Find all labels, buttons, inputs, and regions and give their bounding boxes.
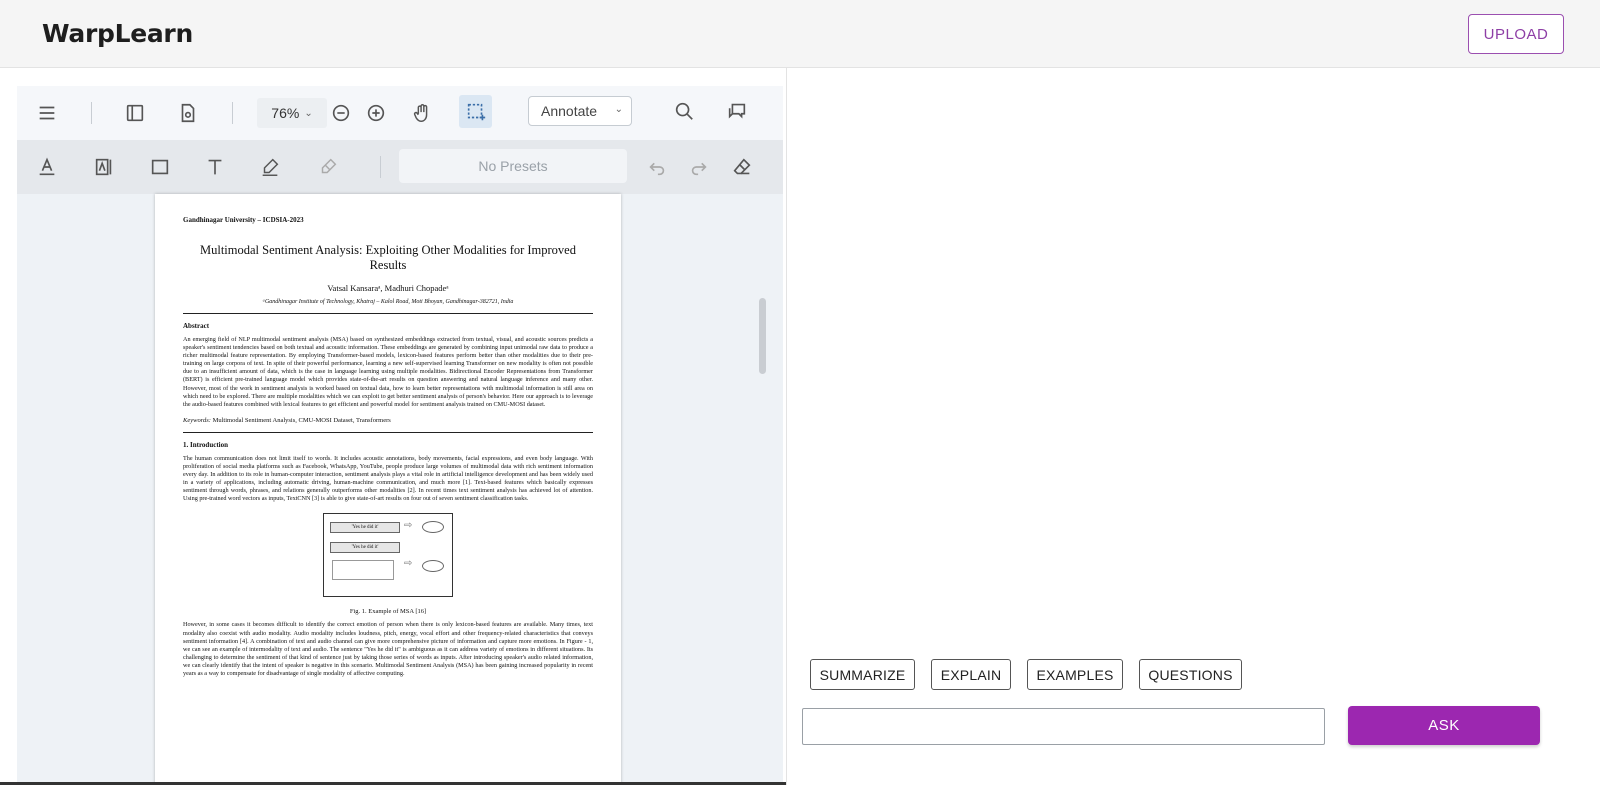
pdf-page: Gandhinagar University – ICDSIA-2023 Mul… <box>155 194 621 785</box>
toolbar-divider <box>232 102 233 124</box>
document-affiliation: ᵃGandhinagar Institute of Technology, Kh… <box>262 299 514 305</box>
keywords-label: Keywords: <box>183 416 211 424</box>
toolbar-divider <box>91 102 92 124</box>
mode-select[interactable]: Annotate ⌄ <box>528 96 632 126</box>
zoom-out-icon[interactable] <box>326 98 356 128</box>
chevron-down-icon: ⌄ <box>614 104 623 115</box>
text-highlight-icon[interactable] <box>89 152 119 182</box>
abstract-heading: Abstract <box>183 322 210 330</box>
explain-button[interactable]: EXPLAIN <box>931 659 1011 690</box>
query-input[interactable] <box>802 708 1325 745</box>
presets-field[interactable]: No Presets <box>399 149 627 183</box>
app-title: WarpLearn <box>42 19 193 48</box>
zoom-select[interactable]: 76% ⌄ <box>257 98 327 128</box>
figure-caption: Fig. 1. Example of MSA [16] <box>349 608 427 616</box>
redo-icon[interactable] <box>684 152 714 182</box>
ask-button[interactable]: ASK <box>1348 706 1540 745</box>
abstract-text: An emerging field of NLP multimodal sent… <box>183 336 593 408</box>
arrow-icon: ⇨ <box>404 520 413 532</box>
question-oval-icon <box>422 521 444 534</box>
area-select-icon[interactable] <box>459 95 492 128</box>
keywords: Keywords: Multimodal Sentiment Analysis,… <box>183 417 593 424</box>
divider-line <box>183 431 593 433</box>
document-scroll-area[interactable]: Gandhinagar University – ICDSIA-2023 Mul… <box>17 194 783 785</box>
toolbar-divider <box>380 156 381 178</box>
annotation-toolbar: No Presets <box>17 140 783 194</box>
pen-icon[interactable] <box>255 152 285 182</box>
intro-text: The human communication does not limit i… <box>183 454 593 503</box>
upload-button[interactable]: UPLOAD <box>1468 14 1564 54</box>
undo-icon[interactable] <box>642 152 672 182</box>
examples-button[interactable]: EXAMPLES <box>1027 659 1123 690</box>
app-header: WarpLearn UPLOAD <box>0 0 1600 68</box>
questions-button[interactable]: QUESTIONS <box>1139 659 1242 690</box>
text-icon[interactable] <box>200 152 230 182</box>
vertical-scrollbar[interactable] <box>759 298 766 374</box>
viewer-toolbar: 76% ⌄ Annotate ⌄ <box>17 86 783 140</box>
zoom-in-icon[interactable] <box>361 98 391 128</box>
arrow-icon: ⇨ <box>404 558 413 570</box>
document-authors: Vatsal Kansaraᵃ, Madhuri Chopadeᵃ <box>327 283 449 293</box>
figure-msa-example: 'Yes he did it' ⇨ 'Yes he did it' ⇨ <box>323 513 453 598</box>
hand-pan-icon[interactable] <box>407 98 437 128</box>
document-title: Multimodal Sentiment Analysis: Exploitin… <box>199 243 576 272</box>
sidebar-icon[interactable] <box>120 98 150 128</box>
text-underline-icon[interactable] <box>32 152 62 182</box>
pdf-viewer: 76% ⌄ Annotate ⌄ No Presets Gandhinagar … <box>17 86 783 785</box>
figure-text-box: 'Yes he did it' <box>330 542 400 554</box>
page-settings-icon[interactable] <box>173 98 203 128</box>
body-text: However, in some cases it becomes diffic… <box>183 621 593 677</box>
eraser-icon[interactable] <box>727 152 757 182</box>
divider-line <box>183 313 593 314</box>
negative-oval-icon <box>422 560 444 573</box>
panel-divider <box>786 68 787 785</box>
comments-icon[interactable] <box>722 96 752 126</box>
search-icon[interactable] <box>669 96 699 126</box>
document-header: Gandhinagar University – ICDSIA-2023 <box>183 216 304 224</box>
rectangle-icon[interactable] <box>145 152 175 182</box>
eraser-pen-icon[interactable] <box>313 152 343 182</box>
summarize-button[interactable]: SUMMARIZE <box>810 659 915 690</box>
zoom-value: 76% <box>271 105 300 121</box>
mode-value: Annotate <box>541 103 598 119</box>
audio-waveform-icon <box>332 560 394 581</box>
intro-heading: 1. Introduction <box>183 440 228 449</box>
menu-icon[interactable] <box>32 98 62 128</box>
keywords-text: Multimodal Sentiment Analysis, CMU-MOSI … <box>212 416 391 424</box>
chevron-down-icon: ⌄ <box>304 107 313 119</box>
figure-text-box: 'Yes he did it' <box>330 522 400 534</box>
